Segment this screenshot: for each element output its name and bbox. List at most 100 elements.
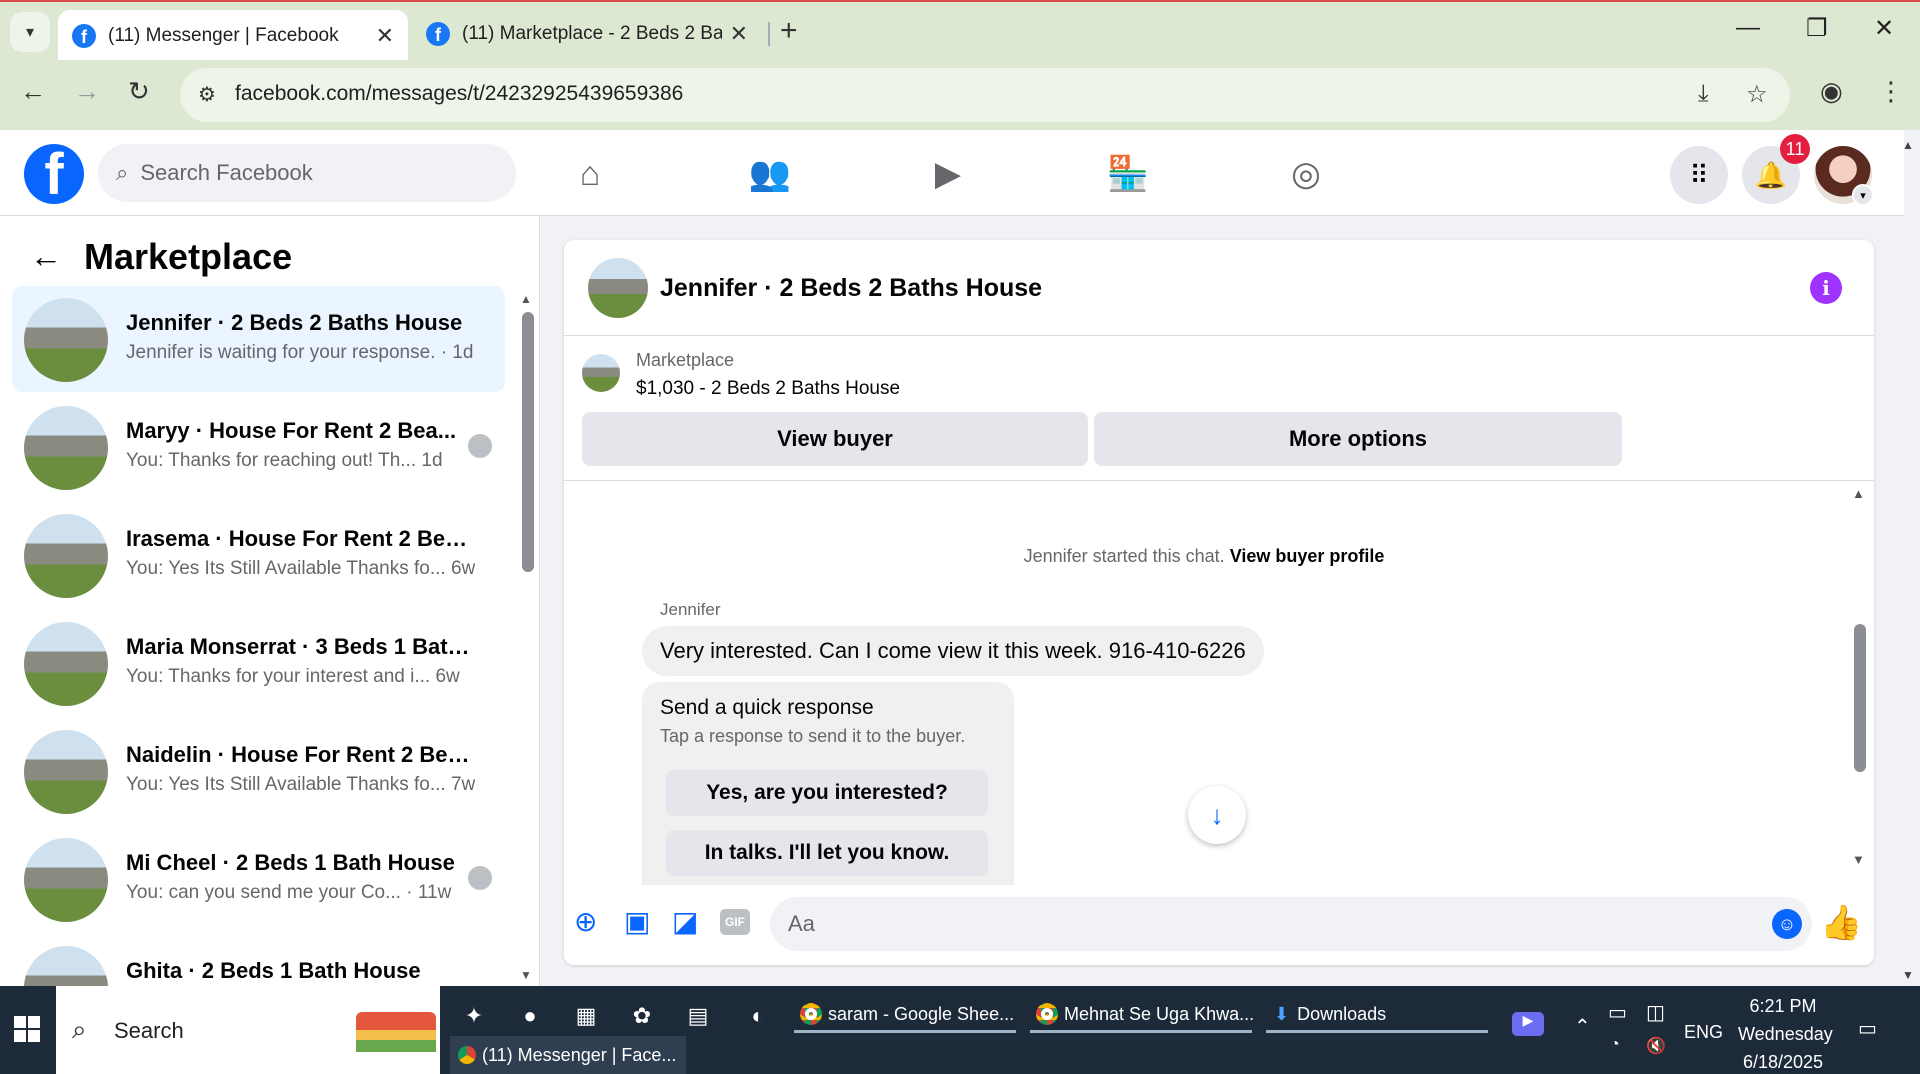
conversation-item[interactable]: Jennifer · 2 Beds 2 Baths House Jennifer… xyxy=(12,286,505,392)
chevron-down-icon[interactable]: ▾ xyxy=(1852,184,1874,206)
search-icon: ⌕ xyxy=(72,1014,87,1044)
home-icon[interactable]: ⌂ xyxy=(560,148,620,200)
taskbar-running-indicator xyxy=(794,1030,1016,1033)
facebook-logo-icon[interactable]: f xyxy=(24,144,84,204)
view-buyer-profile-link[interactable]: View buyer profile xyxy=(1230,546,1385,566)
notification-center-icon[interactable]: ▭ xyxy=(1858,1016,1877,1041)
conversation-preview: You: Thanks for your interest and i... 6… xyxy=(126,666,460,687)
conversation-item[interactable]: Ghita · 2 Beds 1 Bath House xyxy=(12,934,505,986)
zoom-app-icon[interactable]: ▶ xyxy=(1512,1012,1544,1036)
photo-icon[interactable]: ▣ xyxy=(624,905,650,938)
chat-avatar[interactable] xyxy=(588,258,648,318)
conversation-item[interactable]: Naidelin · House For Rent 2 Bea... You: … xyxy=(12,718,505,824)
view-buyer-button[interactable]: View buyer xyxy=(582,412,1088,466)
thumbs-up-icon[interactable]: 👍 xyxy=(1820,903,1862,943)
calendar-icon[interactable]: ▤ xyxy=(680,998,716,1034)
page-scroll-up-icon[interactable]: ▲ xyxy=(1902,138,1914,152)
install-app-icon[interactable]: ⤓ xyxy=(1698,80,1709,108)
back-arrow-icon[interactable]: ← xyxy=(20,76,46,107)
chat-title[interactable]: Jennifer · 2 Beds 2 Baths House xyxy=(660,274,1042,303)
taskbar-app-label: Mehnat Se Uga Khwa... xyxy=(1064,1003,1255,1024)
taskbar-app-sheets[interactable]: saram - Google Shee... xyxy=(800,994,1014,1034)
close-window-icon[interactable]: ✕ xyxy=(1874,14,1894,43)
menu-kebab-icon[interactable]: ⋮ xyxy=(1878,76,1904,107)
sticker-icon[interactable]: ◪ xyxy=(672,905,698,938)
page-scroll-down-icon[interactable]: ▼ xyxy=(1902,968,1914,982)
store-icon[interactable]: ▦ xyxy=(568,998,604,1034)
quick-response-button[interactable]: Yes, are you interested? xyxy=(666,770,988,816)
plus-circle-icon[interactable]: ⊕ xyxy=(574,905,597,938)
tab-search-dropdown[interactable]: ▾ xyxy=(10,12,50,52)
quick-response-button[interactable]: In talks. I'll let you know. xyxy=(666,830,988,876)
tab-messenger[interactable]: f (11) Messenger | Facebook ✕ xyxy=(58,10,408,62)
conversation-preview: You: can you send me your Co... · 11w xyxy=(126,882,452,903)
new-tab-button[interactable]: + xyxy=(780,14,798,48)
message-bubble[interactable]: Very interested. Can I come view it this… xyxy=(642,626,1264,676)
taskbar-search[interactable]: ⌕ Search xyxy=(56,986,440,1074)
marketplace-store-icon[interactable]: 🏪 xyxy=(1098,148,1158,200)
chrome-icon xyxy=(1036,1003,1058,1025)
address-bar[interactable]: ⚙ facebook.com/messages/t/24232925439659… xyxy=(180,68,1790,122)
emoji-icon[interactable]: ☺ xyxy=(1772,909,1802,939)
marketplace-conversation-list: ← Marketplace Jennifer · 2 Beds 2 Baths … xyxy=(0,216,540,986)
chevron-up-icon[interactable]: ⌃ xyxy=(1574,1014,1591,1039)
browser-toolbar: ← → ↻ ⚙ facebook.com/messages/t/24232925… xyxy=(0,60,1920,130)
forward-arrow-icon[interactable]: → xyxy=(74,76,100,107)
restore-icon[interactable]: ❐ xyxy=(1806,14,1828,43)
groups-icon[interactable]: ◎ xyxy=(1276,148,1336,200)
device-icon[interactable]: ◫ xyxy=(1646,1000,1665,1025)
conversation-item[interactable]: Maria Monserrat · 3 Beds 1 Bath ... You:… xyxy=(12,610,505,716)
back-arrow-icon[interactable]: ← xyxy=(30,238,62,275)
minimize-icon[interactable]: — xyxy=(1736,14,1760,42)
windows-start-icon[interactable] xyxy=(14,1016,40,1042)
bookmark-star-icon[interactable]: ☆ xyxy=(1746,80,1768,109)
taskbar-app-downloads[interactable]: ⬇ Downloads xyxy=(1274,994,1386,1034)
wifi-icon[interactable]: ◔ xyxy=(1610,1036,1620,1054)
menu-grid-icon[interactable]: ⠿ xyxy=(1670,146,1728,204)
more-options-button[interactable]: More options xyxy=(1094,412,1622,466)
search-box[interactable]: ⌕ xyxy=(98,144,516,202)
info-icon[interactable]: i xyxy=(1810,272,1842,304)
url-text[interactable]: facebook.com/messages/t/2423292543965938… xyxy=(235,82,683,106)
notification-badge: 11 xyxy=(1780,134,1810,164)
message-input-box[interactable]: ☺ xyxy=(770,897,1812,951)
search-input[interactable] xyxy=(140,160,461,186)
taskbar-clock[interactable]: 6:21 PM Wednesday 6/18/2025 xyxy=(1738,992,1833,1074)
language-indicator[interactable]: ENG xyxy=(1684,1022,1723,1043)
profile-icon[interactable]: ◉ xyxy=(1820,76,1843,107)
edge-browser-icon[interactable]: ◐ xyxy=(740,998,776,1034)
gif-icon[interactable]: GIF xyxy=(720,909,750,935)
conversation-name: Jennifer · 2 Beds 2 Baths House xyxy=(126,310,463,335)
scroll-down-arrow-icon[interactable]: ▼ xyxy=(1852,852,1865,867)
listing-price[interactable]: $1,030 - 2 Beds 2 Baths House xyxy=(636,378,900,400)
scroll-up-arrow-icon[interactable]: ▲ xyxy=(1852,486,1865,501)
copilot-icon[interactable]: ✦ xyxy=(456,998,492,1034)
scroll-up-arrow-icon[interactable]: ▲ xyxy=(520,292,532,306)
friends-icon[interactable]: 👥 xyxy=(740,148,800,200)
close-tab-icon[interactable]: ✕ xyxy=(376,23,394,49)
message-input[interactable] xyxy=(788,911,1728,937)
facebook-favicon-icon: f xyxy=(72,24,96,48)
conversation-list-scrollbar[interactable] xyxy=(522,312,534,572)
chat-scrollbar[interactable] xyxy=(1854,624,1866,772)
app-icon[interactable]: ✿ xyxy=(624,998,660,1034)
conversation-item[interactable]: Maryy · House For Rent 2 Bea... You: Tha… xyxy=(12,394,505,500)
scroll-down-arrow-icon[interactable]: ▼ xyxy=(520,968,532,982)
app-icon[interactable]: ● xyxy=(512,998,548,1034)
message-sender: Jennifer xyxy=(660,600,721,619)
close-tab-icon[interactable]: ✕ xyxy=(730,21,748,47)
battery-icon[interactable]: ▭ xyxy=(1608,1000,1627,1025)
taskbar-app-mehnat[interactable]: Mehnat Se Uga Khwa... xyxy=(1036,994,1254,1034)
taskbar-active-window[interactable]: (11) Messenger | Face... xyxy=(450,1036,686,1074)
reload-icon[interactable]: ↻ xyxy=(128,76,150,107)
seen-avatar-icon xyxy=(468,434,492,458)
tab-marketplace[interactable]: f (11) Marketplace - 2 Beds 2 Bat ✕ xyxy=(412,11,762,56)
video-icon[interactable]: ▶ xyxy=(918,148,978,200)
site-settings-icon[interactable]: ⚙ xyxy=(198,82,216,107)
chrome-icon xyxy=(800,1003,822,1025)
conversation-item[interactable]: Mi Cheel · 2 Beds 1 Bath House You: can … xyxy=(12,826,505,932)
muted-speaker-icon[interactable]: 🔇 xyxy=(1646,1036,1666,1056)
conversation-item[interactable]: Irasema · House For Rent 2 Bead... You: … xyxy=(12,502,505,608)
scroll-to-bottom-icon[interactable]: ↓ xyxy=(1188,786,1246,844)
conversation-preview: Jennifer is waiting for your response. ·… xyxy=(126,342,474,363)
